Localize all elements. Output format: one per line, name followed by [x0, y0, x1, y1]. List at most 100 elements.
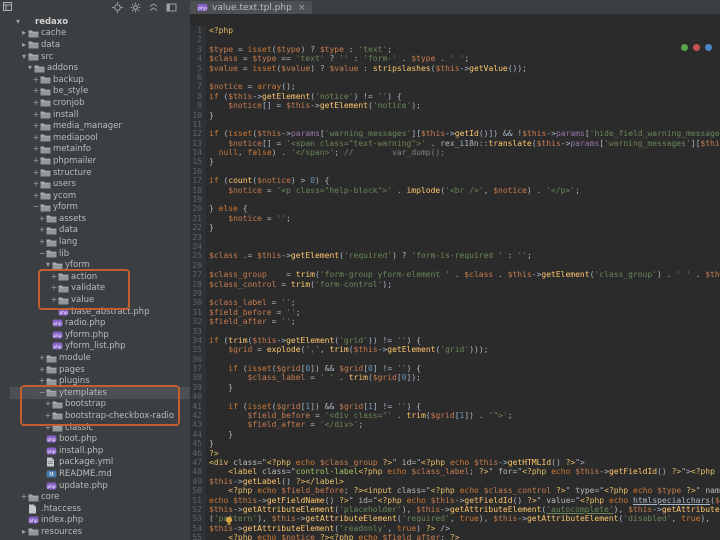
tree-item-be_style[interactable]: +be_style	[10, 86, 190, 98]
code-line[interactable]: $class = $type == 'text' ? '' : 'form-' …	[209, 54, 720, 63]
code-line[interactable]	[209, 261, 720, 270]
code-line[interactable]: if (isset($grid[0]) && $grid[0] != '') {	[209, 364, 720, 373]
tree-item-backup[interactable]: +backup	[10, 74, 190, 86]
tree-item-boot.php[interactable]: phpboot.php	[10, 433, 190, 445]
line-number[interactable]: 29	[190, 289, 206, 298]
code-line[interactable]: echo $this->getFieldName() ?>" id="<?php…	[209, 496, 720, 505]
expand-arrow-icon[interactable]: +	[32, 180, 40, 188]
expand-arrow-icon[interactable]: +	[32, 111, 40, 119]
expand-arrow-icon[interactable]: +	[38, 226, 46, 234]
tree-item-.htaccess[interactable]: .htaccess	[10, 503, 190, 515]
tree-item-pages[interactable]: +pages	[10, 364, 190, 376]
line-number[interactable]: 32	[190, 317, 206, 326]
line-number[interactable]: 42	[190, 411, 206, 420]
line-number[interactable]: 35	[190, 345, 206, 354]
tree-item-core[interactable]: +core	[10, 491, 190, 503]
code-line[interactable]: ('pattern'), $this->getAttributeElement(…	[209, 514, 720, 523]
line-number[interactable]: 43	[190, 420, 206, 429]
tree-item-validate[interactable]: +validate	[10, 283, 190, 295]
editor-tab[interactable]: php value.text.tpl.php ×	[190, 1, 312, 14]
code-line[interactable]: }	[209, 439, 720, 448]
collapse-arrow-icon[interactable]: −	[32, 203, 40, 211]
line-number[interactable]: 31	[190, 308, 206, 317]
line-number[interactable]: 4	[190, 54, 206, 63]
code-line[interactable]: null, false) . '</span>'; // var_dump();	[209, 148, 720, 157]
expand-arrow-icon[interactable]: +	[50, 273, 58, 281]
code-line[interactable]	[209, 120, 720, 129]
expand-arrow-icon[interactable]: +	[50, 296, 58, 304]
line-number[interactable]: 48	[190, 467, 206, 476]
expand-arrow-icon[interactable]: +	[32, 157, 40, 165]
code-line[interactable]: $field_after = '';	[209, 317, 720, 326]
expand-arrow-icon[interactable]: ▸	[20, 528, 28, 536]
expand-arrow-icon[interactable]: +	[32, 134, 40, 142]
code-line[interactable]	[209, 289, 720, 298]
line-number[interactable]: 2	[190, 35, 206, 44]
line-number[interactable]: 8	[190, 92, 206, 101]
editor-pane[interactable]: 1234567891011121314151617181920212223242…	[190, 14, 720, 540]
tree-item-module[interactable]: +module	[10, 352, 190, 364]
intention-bulb-icon[interactable]	[224, 516, 234, 526]
tree-item-yform[interactable]: −yform	[10, 202, 190, 214]
code-line[interactable]: $notice[] = $this->getElement('notice');	[209, 101, 720, 110]
tree-item-plugins[interactable]: +plugins	[10, 375, 190, 387]
line-number[interactable]: 9	[190, 101, 206, 110]
code-line[interactable]	[209, 242, 720, 251]
editor-gutter[interactable]: 1234567891011121314151617181920212223242…	[190, 26, 206, 540]
line-number[interactable]: 15	[190, 157, 206, 166]
tree-item-addons[interactable]: ▾addons	[10, 62, 190, 74]
line-number[interactable]: 33	[190, 327, 206, 336]
inspection-info-dot[interactable]	[705, 44, 712, 51]
expand-arrow-icon[interactable]: +	[32, 76, 40, 84]
line-number[interactable]: 16	[190, 167, 206, 176]
code-line[interactable]: <?php echo $notice ?><?php echo $field_a…	[209, 533, 720, 540]
code-line[interactable]: $this->getAttributeElement('placeholder'…	[209, 505, 720, 514]
tree-item-package.yml[interactable]: package.yml	[10, 457, 190, 469]
tree-item-classic[interactable]: +classic	[10, 422, 190, 434]
line-number[interactable]: 30	[190, 298, 206, 307]
code-line[interactable]: }	[209, 157, 720, 166]
code-line[interactable]	[209, 73, 720, 82]
tree-item-value[interactable]: +value	[10, 294, 190, 306]
tree-item-yform.php[interactable]: phpyform.php	[10, 329, 190, 341]
inspection-error-dot[interactable]	[693, 44, 700, 51]
expand-arrow-icon[interactable]: +	[44, 400, 52, 408]
tree-item-ytemplates[interactable]: −ytemplates	[10, 387, 190, 399]
tree-item-bootstrap-checkbox-radio[interactable]: +bootstrap-checkbox-radio	[10, 410, 190, 422]
code-line[interactable]: $class .= $this->getElement('required') …	[209, 251, 720, 260]
tree-item-data[interactable]: ▸data	[10, 39, 190, 51]
code-line[interactable]: }	[209, 223, 720, 232]
line-number[interactable]: 18	[190, 186, 206, 195]
line-number[interactable]: 51	[190, 496, 206, 505]
code-line[interactable]: if (count($notice) > 0) {	[209, 176, 720, 185]
line-number[interactable]: 20	[190, 204, 206, 213]
line-number[interactable]: 55	[190, 533, 206, 540]
line-number[interactable]: 26	[190, 261, 206, 270]
tree-item-phpmailer[interactable]: +phpmailer	[10, 155, 190, 167]
code-line[interactable]: <?php echo $field_before; ?><input class…	[209, 486, 720, 495]
project-tool-window-icon[interactable]	[3, 2, 12, 11]
expand-arrow-icon[interactable]: +	[38, 215, 46, 223]
expand-arrow-icon[interactable]: +	[32, 169, 40, 177]
code-line[interactable]: <label class="control-label<?php echo $c…	[209, 467, 720, 476]
collapse-arrow-icon[interactable]: −	[38, 250, 46, 258]
expand-arrow-icon[interactable]: +	[38, 238, 46, 246]
tree-item-cache[interactable]: ▸cache	[10, 28, 190, 40]
tree-item-action[interactable]: +action	[10, 271, 190, 283]
expand-arrow-icon[interactable]: +	[38, 354, 46, 362]
line-number[interactable]: 10	[190, 111, 206, 120]
line-number[interactable]: 36	[190, 355, 206, 364]
line-number[interactable]: 14	[190, 148, 206, 157]
tree-item-mediapool[interactable]: +mediapool	[10, 132, 190, 144]
code-line[interactable]: } else {	[209, 204, 720, 213]
code-line[interactable]: $class_label = '';	[209, 298, 720, 307]
expand-arrow-icon[interactable]: +	[32, 192, 40, 200]
line-number[interactable]: 19	[190, 195, 206, 204]
line-number[interactable]: 39	[190, 383, 206, 392]
expand-arrow-icon[interactable]: +	[32, 87, 40, 95]
expand-arrow-icon[interactable]: +	[38, 377, 46, 385]
line-number[interactable]: 22	[190, 223, 206, 232]
tree-item-lib[interactable]: −lib	[10, 248, 190, 260]
line-number[interactable]: 28	[190, 280, 206, 289]
code-line[interactable]: $class_group = trim('form-group yform-el…	[209, 270, 720, 279]
